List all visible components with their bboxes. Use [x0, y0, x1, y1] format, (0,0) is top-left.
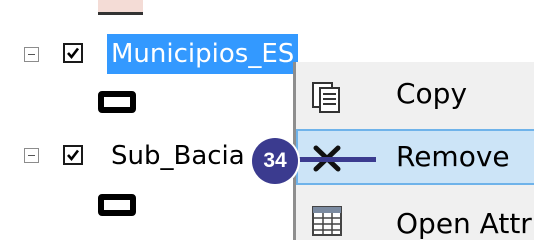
layer-symbol-swatch — [98, 0, 143, 15]
checkmark-icon — [67, 149, 80, 162]
checkmark-icon — [67, 47, 80, 60]
attribute-table-icon — [312, 206, 342, 236]
layer-visibility-checkbox[interactable] — [63, 43, 83, 63]
menu-item-copy[interactable]: Copy — [296, 68, 534, 124]
layer-visibility-checkbox[interactable] — [63, 145, 83, 165]
layer-name-municipios[interactable]: Municipios_ES — [107, 34, 299, 74]
menu-item-label: Remove — [396, 140, 510, 173]
layer-symbol — [98, 91, 136, 113]
menu-item-open-attribute-table[interactable]: Open Attr — [296, 194, 534, 250]
layer-symbol — [98, 194, 136, 216]
step-number-badge: 34 — [252, 138, 298, 184]
callout-pointer-line — [296, 157, 376, 162]
menu-item-label: Copy — [396, 77, 468, 110]
menu-item-label: Open Attr — [396, 207, 532, 240]
context-menu: Copy Remove Open Attr — [293, 62, 534, 240]
copy-icon — [312, 82, 340, 113]
collapse-toggle-icon[interactable] — [24, 148, 39, 163]
collapse-toggle-icon[interactable] — [24, 47, 39, 62]
layer-name-sub-bacia[interactable]: Sub_Bacia — [107, 136, 249, 176]
